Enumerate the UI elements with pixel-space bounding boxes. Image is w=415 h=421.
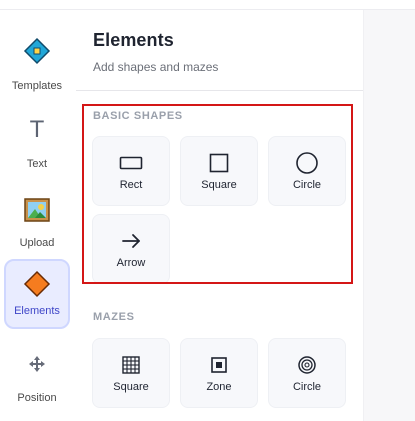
tile-label: Circle xyxy=(292,179,322,191)
position-icon xyxy=(23,350,51,378)
svg-text:T: T xyxy=(29,118,44,143)
upload-icon xyxy=(23,196,51,224)
sidebar-item-upload[interactable]: Upload xyxy=(4,189,70,259)
basic-shape-arrow-tile[interactable]: Arrow xyxy=(92,214,170,284)
app-root: Templates T Text Upload Elements Positio… xyxy=(0,0,415,421)
mazes-heading: MAZES xyxy=(93,311,135,323)
arrow-icon xyxy=(118,228,144,254)
panel-divider xyxy=(76,90,363,91)
maze-zone-tile[interactable]: Zone xyxy=(180,338,258,408)
tile-label: Square xyxy=(113,381,149,393)
maze-square-tile[interactable]: Square xyxy=(92,338,170,408)
sidebar-item-label: Elements xyxy=(14,305,60,317)
canvas-area xyxy=(363,10,415,421)
circle-icon xyxy=(294,150,320,176)
tile-label: Circle xyxy=(292,381,322,393)
circle-maze-icon xyxy=(294,352,320,378)
tile-label: Square xyxy=(201,179,237,191)
sidebar-item-position[interactable]: Position xyxy=(4,344,70,414)
sidebar-item-label: Upload xyxy=(19,237,55,249)
basic-shape-rect-tile[interactable]: Rect xyxy=(92,136,170,206)
basic-shape-circle-tile[interactable]: Circle xyxy=(268,136,346,206)
tile-label: Zone xyxy=(206,381,232,393)
grid-maze-icon xyxy=(118,352,144,378)
elements-panel: Elements Add shapes and mazes BASIC SHAP… xyxy=(76,10,363,421)
sidebar-item-templates[interactable]: Templates xyxy=(4,32,70,102)
sidebar-item-elements[interactable]: Elements xyxy=(4,259,70,329)
elements-icon xyxy=(23,270,51,298)
templates-icon xyxy=(23,37,51,65)
sidebar-item-text[interactable]: T Text xyxy=(4,110,70,180)
zone-icon xyxy=(206,352,232,378)
square-icon xyxy=(206,150,232,176)
rect-icon xyxy=(118,150,144,176)
basic-shapes-heading: BASIC SHAPES xyxy=(93,110,183,122)
sidebar-item-label: Position xyxy=(17,392,57,404)
panel-subtitle: Add shapes and mazes xyxy=(93,60,219,74)
basic-shape-square-tile[interactable]: Square xyxy=(180,136,258,206)
text-icon: T xyxy=(23,117,51,145)
maze-circle-tile[interactable]: Circle xyxy=(268,338,346,408)
sidebar-item-label: Text xyxy=(26,158,48,170)
sidebar-item-label: Templates xyxy=(11,80,63,92)
tile-label: Arrow xyxy=(116,257,146,269)
left-sidebar: Templates T Text Upload Elements Positio… xyxy=(0,10,77,421)
tile-label: Rect xyxy=(119,179,143,191)
panel-title: Elements xyxy=(93,30,174,50)
